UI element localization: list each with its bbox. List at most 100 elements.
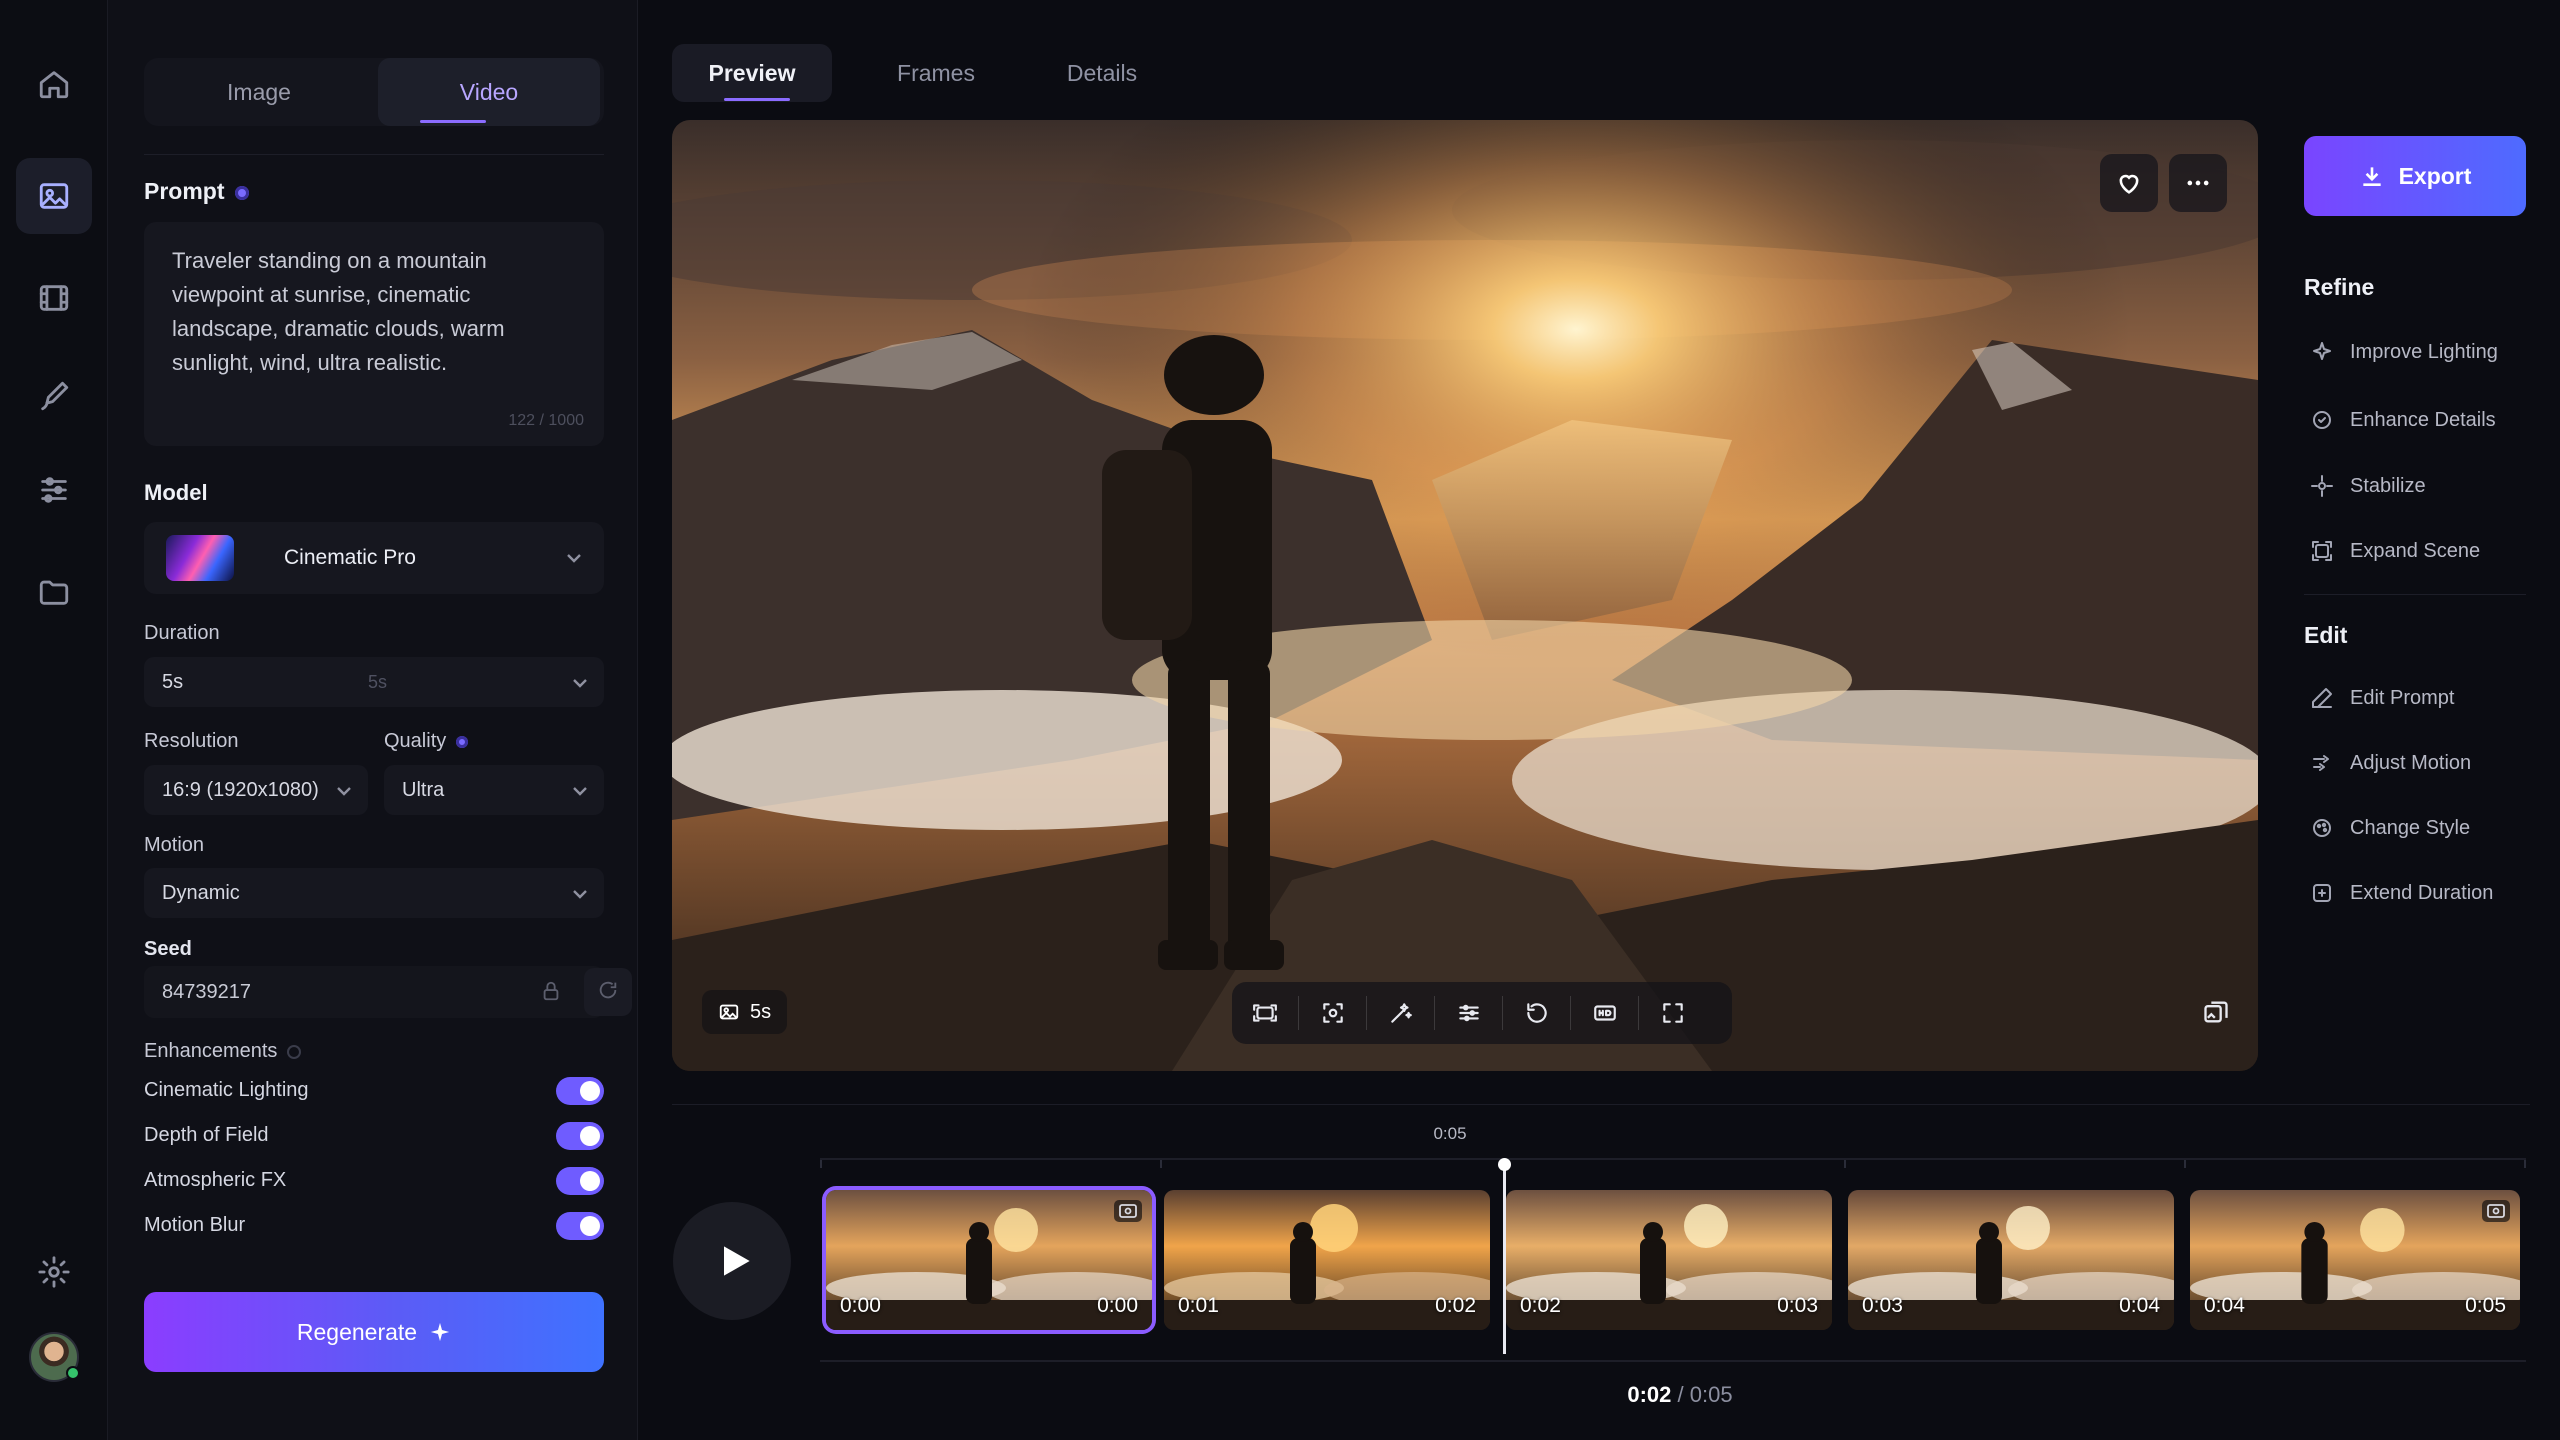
regenerate-button[interactable]: Regenerate — [144, 1292, 604, 1372]
refresh-icon — [597, 979, 619, 1006]
refine-expand-scene[interactable]: Expand Scene — [2304, 531, 2526, 571]
motion-icon — [2304, 751, 2350, 775]
model-select[interactable]: Cinematic Pro — [144, 522, 604, 594]
sparkle-icon — [429, 1321, 451, 1343]
sliders-icon[interactable] — [16, 452, 92, 528]
timeline-ruler[interactable] — [820, 1158, 2526, 1168]
frame-start-time: 0:01 — [1178, 1294, 1219, 1317]
hd-quality-icon[interactable] — [1582, 990, 1628, 1036]
model-name: Cinematic Pro — [284, 546, 416, 569]
heart-icon — [2115, 169, 2143, 197]
timeline-frame[interactable]: 0:02 0:03 — [1506, 1190, 1832, 1330]
playhead[interactable] — [1503, 1162, 1506, 1354]
toggle-depth-of-field[interactable]: Depth of Field — [144, 1118, 604, 1154]
timeline-frame[interactable]: 0:00 0:00 — [826, 1190, 1152, 1330]
quality-select[interactable]: Ultra — [384, 765, 604, 815]
stabilize-icon — [2304, 474, 2350, 498]
adjustments-icon[interactable] — [1446, 990, 1492, 1036]
focus-icon[interactable] — [1310, 990, 1356, 1036]
folder-icon[interactable] — [16, 554, 92, 630]
quality-label: Quality — [384, 730, 469, 753]
sparkle-icon — [2304, 340, 2350, 364]
prompt-text[interactable]: Traveler standing on a mountain viewpoin… — [172, 244, 576, 380]
brush-icon[interactable] — [16, 358, 92, 434]
duration-chip: 5s — [702, 990, 788, 1034]
refine-heading: Refine — [2304, 274, 2375, 300]
resolution-label: Resolution — [144, 730, 239, 752]
home-icon[interactable] — [16, 46, 92, 122]
motion-select[interactable]: Dynamic — [144, 868, 604, 918]
timeline-frame[interactable]: 0:01 0:02 — [1164, 1190, 1490, 1330]
toggle-switch[interactable] — [556, 1077, 604, 1105]
refine-improve-lighting[interactable]: Improve Lighting — [2304, 332, 2526, 372]
prompt-char-count: 122 / 1000 — [508, 412, 584, 429]
tab-video[interactable]: Video — [378, 58, 600, 126]
favorite-button[interactable] — [2100, 154, 2158, 212]
refine-stabilize[interactable]: Stabilize — [2304, 466, 2526, 506]
timeline-track-bottom — [820, 1360, 2526, 1362]
image-gallery-icon[interactable] — [16, 158, 92, 234]
motion-label: Motion — [144, 834, 205, 856]
settings-gear-icon[interactable] — [16, 1234, 92, 1310]
refine-enhance-details[interactable]: Enhance Details — [2304, 400, 2526, 440]
total-time: 0:05 — [1689, 1382, 1733, 1407]
video-preview[interactable]: 5s — [672, 120, 2258, 1071]
play-button[interactable] — [673, 1202, 791, 1320]
frame-end-time: 0:05 — [2465, 1294, 2506, 1317]
duration-select[interactable]: 5s 5s — [144, 657, 604, 707]
compare-images-icon[interactable] — [2192, 988, 2240, 1036]
edit-adjust-motion[interactable]: Adjust Motion — [2304, 743, 2526, 783]
toggle-switch[interactable] — [556, 1212, 604, 1240]
edit-prompt[interactable]: Edit Prompt — [2304, 678, 2526, 718]
playhead-handle[interactable] — [1498, 1158, 1511, 1171]
expand-icon — [2304, 539, 2350, 563]
tab-image[interactable]: Image — [148, 58, 370, 126]
frame-start-time: 0:04 — [2204, 1294, 2245, 1317]
tab-details[interactable]: Details — [1038, 44, 1166, 102]
toggle-switch[interactable] — [556, 1122, 604, 1150]
tab-preview[interactable]: Preview — [672, 44, 832, 102]
model-thumbnail — [166, 535, 234, 581]
scrub-time-label: 0:05 — [1433, 1124, 1467, 1143]
edit-change-style[interactable]: Change Style — [2304, 808, 2526, 848]
edit-extend-duration[interactable]: Extend Duration — [2304, 873, 2526, 913]
magic-wand-icon[interactable] — [1378, 990, 1424, 1036]
seed-label: Seed — [144, 938, 192, 960]
enhancements-label: Enhancements — [144, 1040, 302, 1063]
online-status-dot — [66, 1366, 80, 1380]
frame-badge-icon — [2482, 1200, 2510, 1222]
enhance-icon — [2304, 408, 2350, 432]
divider — [2304, 594, 2526, 595]
randomize-seed-button[interactable] — [584, 968, 632, 1016]
frame-start-time: 0:00 — [840, 1294, 881, 1317]
rotate-icon[interactable] — [1514, 990, 1560, 1036]
toggle-switch[interactable] — [556, 1167, 604, 1195]
preview-image — [672, 120, 2258, 1071]
motion-value: Dynamic — [162, 881, 240, 904]
fullscreen-icon[interactable] — [1650, 990, 1696, 1036]
lock-icon[interactable] — [540, 980, 562, 1002]
info-icon[interactable] — [234, 185, 249, 200]
toggle-atmospheric-fx[interactable]: Atmospheric FX — [144, 1163, 604, 1199]
frame-badge-icon — [1114, 1200, 1142, 1222]
motion-track-icon[interactable] — [1242, 990, 1288, 1036]
timeline-frame[interactable]: 0:03 0:04 — [1848, 1190, 2174, 1330]
more-options-button[interactable] — [2169, 154, 2227, 212]
toggle-cinematic-lighting[interactable]: Cinematic Lighting — [144, 1073, 604, 1109]
toggle-motion-blur[interactable]: Motion Blur — [144, 1208, 604, 1244]
resolution-select[interactable]: 16:9 (1920x1080) — [144, 765, 368, 815]
active-tab-indicator — [724, 98, 790, 101]
prompt-textarea[interactable]: Traveler standing on a mountain viewpoin… — [144, 222, 604, 446]
info-icon[interactable] — [287, 1044, 302, 1059]
seed-value[interactable]: 84739217 — [162, 981, 251, 1004]
frame-end-time: 0:03 — [1777, 1294, 1818, 1317]
film-icon[interactable] — [16, 260, 92, 336]
tab-frames[interactable]: Frames — [872, 44, 1000, 102]
export-button[interactable]: Export — [2304, 136, 2526, 216]
seed-field[interactable]: 84739217 — [144, 966, 632, 1018]
download-icon — [2359, 163, 2399, 189]
frame-start-time: 0:03 — [1862, 1294, 1903, 1317]
info-icon[interactable] — [456, 735, 469, 748]
timeline-frame[interactable]: 0:04 0:05 — [2190, 1190, 2520, 1330]
frame-end-time: 0:04 — [2119, 1294, 2160, 1317]
